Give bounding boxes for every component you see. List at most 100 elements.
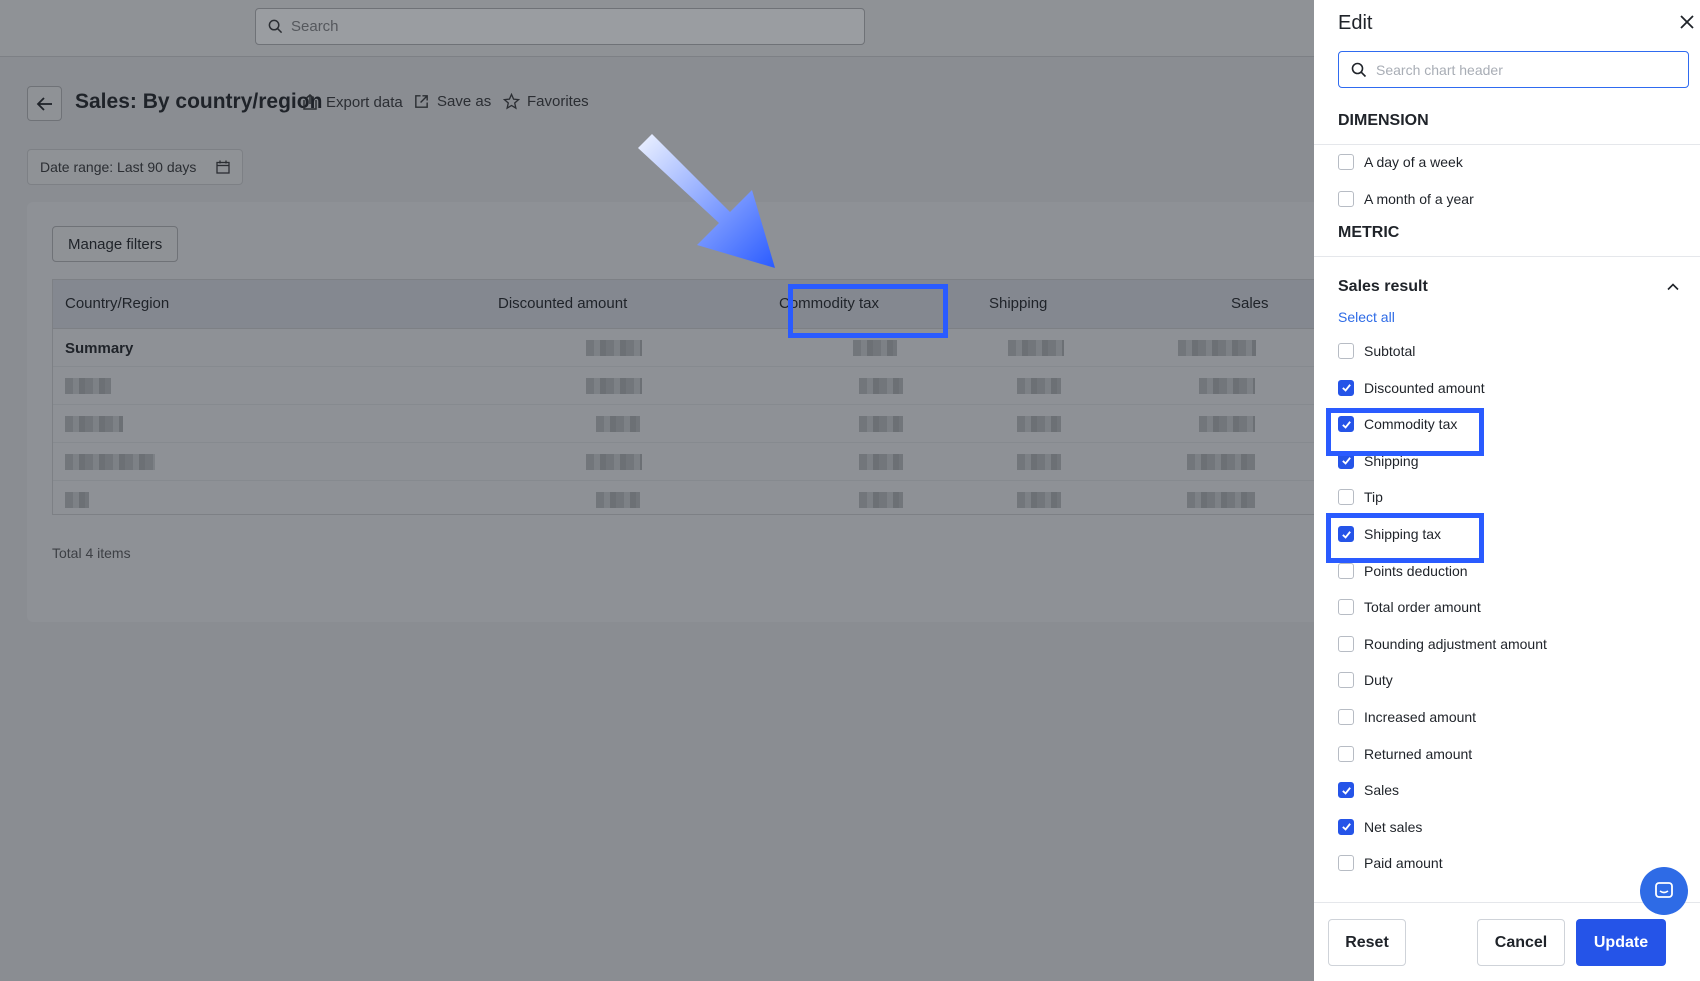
save-as-button[interactable]: Save as <box>413 93 491 110</box>
redacted-value <box>1199 378 1255 394</box>
redacted-value <box>859 454 903 470</box>
checkbox[interactable] <box>1338 489 1354 506</box>
date-range-label: Date range: Last 90 days <box>40 159 197 175</box>
redacted-value <box>586 454 642 470</box>
close-icon[interactable] <box>1677 12 1697 32</box>
commodity-tax-header-highlight <box>788 284 948 338</box>
search-icon <box>1351 62 1367 77</box>
option-label: Paid amount <box>1364 855 1443 872</box>
summary-label: Summary <box>65 340 134 357</box>
checkbox[interactable] <box>1338 782 1354 799</box>
manage-filters-button[interactable]: Manage filters <box>52 226 179 262</box>
option-month-of-year[interactable]: A month of a year <box>1338 188 1474 210</box>
check-icon <box>1341 384 1351 392</box>
metric-option-sales[interactable]: Sales <box>1338 779 1399 801</box>
checkbox[interactable] <box>1338 672 1354 689</box>
checkbox[interactable] <box>1338 599 1354 616</box>
checkbox[interactable] <box>1338 379 1354 396</box>
redacted-value <box>859 416 903 432</box>
redacted-value <box>586 378 642 394</box>
table-row <box>53 405 1346 443</box>
checkbox[interactable] <box>1338 562 1354 579</box>
column-header-shipping[interactable]: Shipping <box>989 295 1047 312</box>
redacted-value <box>1187 492 1255 508</box>
favorites-button[interactable]: Favorites <box>503 93 589 110</box>
option-day-of-week[interactable]: A day of a week <box>1338 151 1463 173</box>
checkbox[interactable] <box>1338 154 1354 170</box>
divider <box>1314 144 1700 145</box>
redacted-value <box>1187 454 1255 470</box>
redacted-value <box>1017 454 1061 470</box>
global-search-placeholder: Search <box>291 18 339 35</box>
metric-option-subtotal[interactable]: Subtotal <box>1338 340 1415 362</box>
redacted-value <box>596 416 640 432</box>
metric-option-increased-amount[interactable]: Increased amount <box>1338 706 1476 728</box>
column-header-sales[interactable]: Sales <box>1231 295 1269 312</box>
table-row <box>53 481 1346 519</box>
column-header-discounted-amount[interactable]: Discounted amount <box>498 295 627 312</box>
page-title: Sales: By country/region <box>75 90 323 113</box>
metric-option-duty[interactable]: Duty <box>1338 669 1393 691</box>
metric-option-net-sales[interactable]: Net sales <box>1338 816 1422 838</box>
favorites-label: Favorites <box>527 93 589 110</box>
table-header: Country/Region Discounted amount Commodi… <box>53 280 1346 329</box>
checkbox[interactable] <box>1338 709 1354 725</box>
table-row <box>53 443 1346 481</box>
chart-header-search[interactable] <box>1338 51 1689 88</box>
sales-result-group-header[interactable]: Sales result <box>1338 276 1680 298</box>
panel-footer: Reset Cancel Update <box>1314 902 1700 981</box>
redacted-value <box>1017 492 1061 508</box>
option-label: Returned amount <box>1364 745 1473 762</box>
option-label: A day of a week <box>1364 154 1463 170</box>
checkbox[interactable] <box>1338 745 1354 762</box>
redacted-value <box>1008 340 1064 356</box>
chevron-up-icon[interactable] <box>1666 280 1680 294</box>
total-items: Total 4 items <box>52 545 131 561</box>
checkbox[interactable] <box>1338 191 1354 207</box>
redacted-value <box>859 492 903 508</box>
calendar-icon <box>216 160 231 174</box>
divider <box>1314 256 1700 257</box>
metric-option-total-order-amount[interactable]: Total order amount <box>1338 596 1481 618</box>
option-label: Subtotal <box>1364 343 1416 359</box>
checkbox[interactable] <box>1338 855 1354 872</box>
option-label: Points deduction <box>1364 562 1468 579</box>
checkbox[interactable] <box>1338 818 1354 835</box>
reset-button[interactable]: Reset <box>1328 919 1406 966</box>
metric-option-discounted-amount[interactable]: Discounted amount <box>1338 377 1485 399</box>
metric-option-rounding-adjustment-amount[interactable]: Rounding adjustment amount <box>1338 633 1547 655</box>
redacted-value <box>1017 378 1061 394</box>
redacted-value <box>1178 340 1256 356</box>
global-search[interactable]: Search <box>255 8 865 45</box>
back-button[interactable] <box>27 86 62 121</box>
dimension-heading: DIMENSION <box>1338 112 1429 129</box>
redacted-value <box>65 454 155 470</box>
external-link-icon <box>415 95 428 108</box>
export-data-button[interactable]: Export data <box>301 93 403 111</box>
arrow-left-icon <box>36 96 52 111</box>
report-table: Country/Region Discounted amount Commodi… <box>52 279 1347 515</box>
export-data-label: Export data <box>326 93 403 111</box>
chart-header-search-input[interactable] <box>1376 61 1676 78</box>
metric-option-paid-amount[interactable]: Paid amount <box>1338 852 1443 874</box>
date-range-picker[interactable]: Date range: Last 90 days <box>27 149 244 185</box>
checkbox[interactable] <box>1338 635 1354 652</box>
chat-support-button[interactable] <box>1640 867 1688 915</box>
redacted-value <box>853 340 897 356</box>
edit-panel: Edit DIMENSION A day of a week A month o… <box>1314 0 1700 981</box>
option-label: Increased amount <box>1364 709 1477 725</box>
select-all-link[interactable]: Select all <box>1338 309 1395 325</box>
column-header-country[interactable]: Country/Region <box>65 295 169 312</box>
metric-option-returned-amount[interactable]: Returned amount <box>1338 743 1472 765</box>
option-label: Tip <box>1364 489 1383 506</box>
export-icon <box>303 94 317 110</box>
redacted-value <box>596 492 640 508</box>
panel-scroll-area[interactable]: DIMENSION A day of a week A month of a y… <box>1314 100 1700 902</box>
checkbox[interactable] <box>1338 343 1354 359</box>
update-button[interactable]: Update <box>1576 919 1666 966</box>
metric-option-tip[interactable]: Tip <box>1338 486 1383 508</box>
option-label: Rounding adjustment amount <box>1364 635 1547 652</box>
option-label: Duty <box>1364 672 1393 689</box>
cancel-button[interactable]: Cancel <box>1477 919 1565 966</box>
redacted-value <box>859 378 903 394</box>
